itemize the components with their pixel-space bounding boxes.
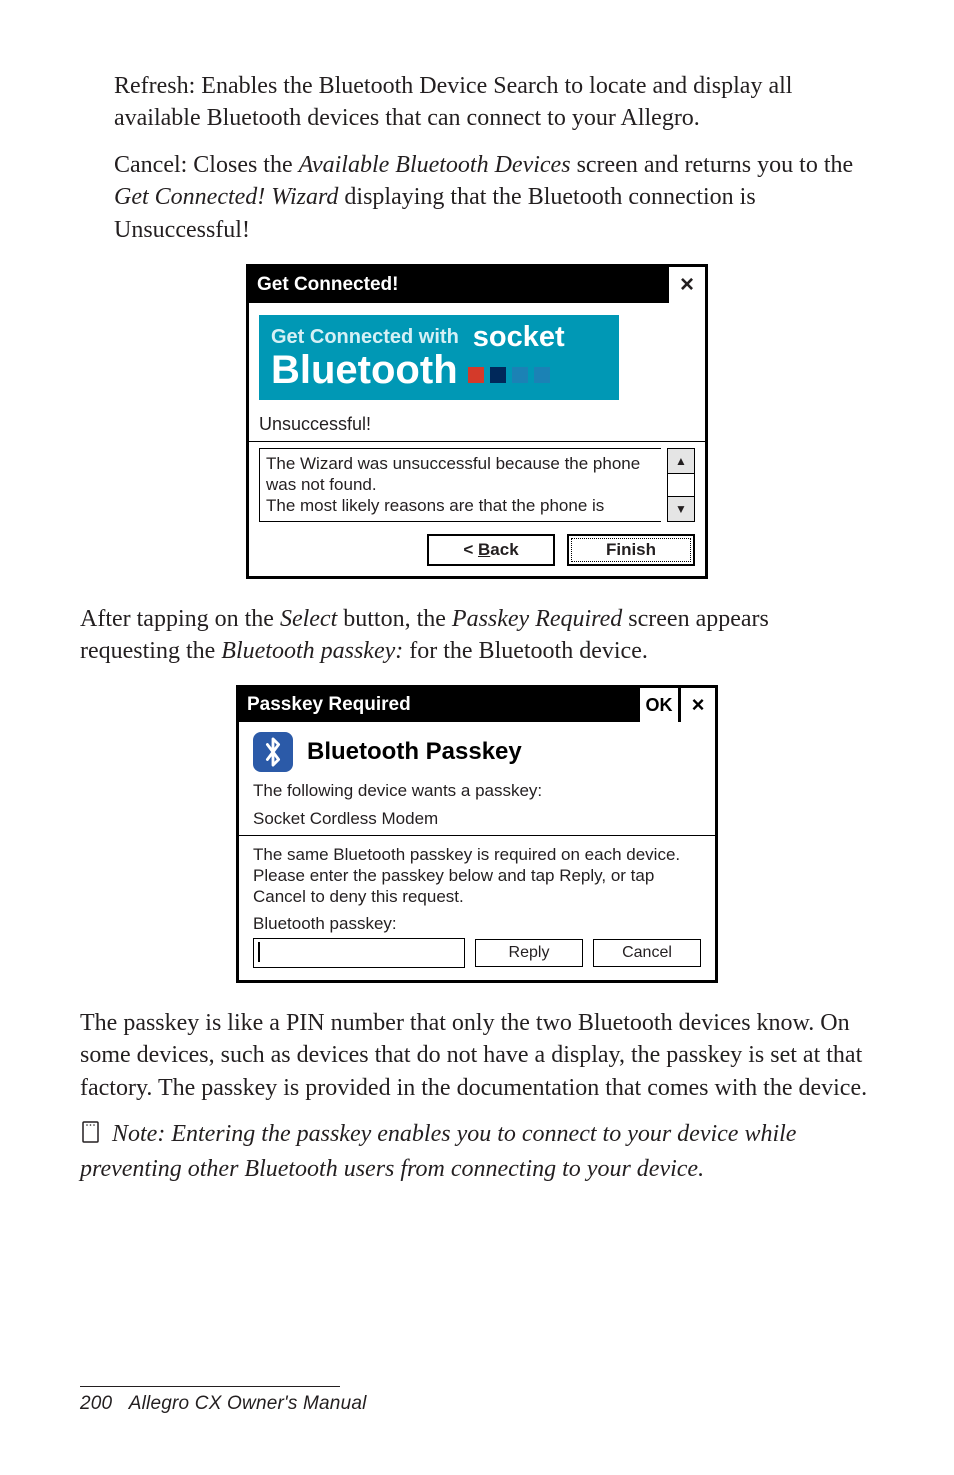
back-button[interactable]: < Back	[427, 534, 555, 566]
italic-text: Available Bluetooth Devices	[299, 152, 571, 178]
passkey-input[interactable]	[253, 938, 465, 968]
get-connected-dialog: Get Connected! × Get Connected with sock…	[246, 264, 708, 579]
italic-text: Passkey Required	[452, 606, 622, 632]
error-message-textbox: The Wizard was unsuccessful because the …	[259, 448, 661, 522]
body-paragraph-after-select: After tapping on the Select button, the …	[80, 603, 874, 668]
banner-socket-label: socket	[473, 323, 565, 352]
text: button, the	[343, 606, 452, 632]
bluetooth-icon	[253, 732, 293, 772]
close-icon[interactable]: ×	[666, 267, 705, 303]
banner-bluetooth-label: Bluetooth	[271, 350, 458, 390]
passkey-instructions: The same Bluetooth passkey is required o…	[253, 844, 701, 908]
window-title: Get Connected!	[249, 267, 666, 303]
finish-button[interactable]: Finish	[567, 534, 695, 566]
dialog-heading: Bluetooth Passkey	[307, 738, 522, 766]
titlebar: Get Connected! ×	[249, 267, 705, 303]
text: for the Bluetooth device.	[409, 638, 648, 664]
scroll-down-icon[interactable]: ▼	[668, 496, 694, 521]
underline-accel: B	[478, 540, 490, 559]
window-title: Passkey Required	[239, 688, 637, 722]
scrollbar[interactable]: ▲ ▼	[667, 448, 695, 522]
note-paragraph: Note: Entering the passkey enables you t…	[80, 1118, 874, 1186]
divider	[239, 835, 715, 836]
passkey-line1: The following device wants a passkey:	[253, 780, 701, 801]
reply-button[interactable]: Reply	[475, 939, 583, 967]
footer-title: Allegro CX Owner's Manual	[129, 1393, 367, 1414]
text: Cancel: Closes the	[114, 152, 299, 178]
note-text: Note: Entering the passkey enables you t…	[80, 1121, 796, 1182]
titlebar: Passkey Required OK ×	[239, 688, 715, 722]
scroll-up-icon[interactable]: ▲	[668, 449, 694, 474]
passkey-required-dialog: Passkey Required OK × Bluetooth Passkey …	[236, 685, 718, 982]
text: After tapping on the	[80, 606, 280, 632]
page-footer: 200 Allegro CX Owner's Manual	[80, 1386, 367, 1415]
italic-text: Select	[280, 606, 337, 632]
body-paragraph-cancel: Cancel: Closes the Available Bluetooth D…	[114, 149, 874, 246]
text: ack	[490, 540, 518, 559]
signal-bars-icon	[468, 367, 550, 383]
passkey-device-name: Socket Cordless Modem	[253, 808, 701, 829]
note-icon	[80, 1120, 102, 1153]
ok-button[interactable]: OK	[637, 688, 678, 722]
banner: Get Connected with socket Bluetooth	[259, 315, 619, 400]
passkey-field-label: Bluetooth passkey:	[253, 914, 701, 934]
unsuccessful-label: Unsuccessful!	[259, 412, 695, 441]
cancel-button[interactable]: Cancel	[593, 939, 701, 967]
footer-rule	[80, 1386, 340, 1387]
close-icon[interactable]: ×	[678, 688, 715, 722]
italic-text: Bluetooth passkey:	[221, 638, 403, 664]
body-paragraph-passkey-explain: The passkey is like a PIN number that on…	[80, 1007, 874, 1104]
caret-icon	[258, 942, 260, 962]
text: screen and returns you to the	[577, 152, 854, 178]
text: <	[463, 540, 478, 559]
page-number: 200	[80, 1393, 112, 1414]
body-paragraph-refresh: Refresh: Enables the Bluetooth Device Se…	[114, 70, 874, 135]
italic-text: Get Connected! Wizard	[114, 184, 338, 210]
banner-get-connected-label: Get Connected with	[271, 326, 459, 349]
